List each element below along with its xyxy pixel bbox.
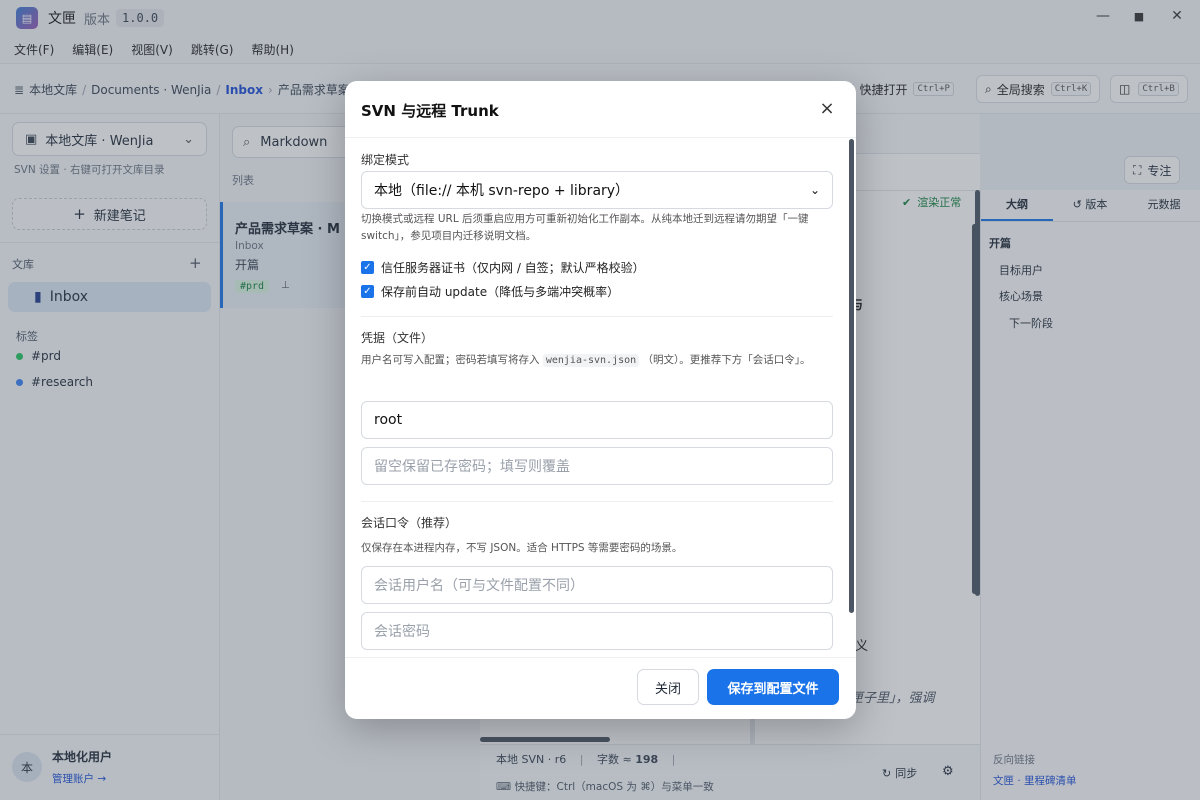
bind-mode-label: 绑定模式 [361,153,410,167]
close-button[interactable]: 关闭 [637,669,699,705]
session-password-field[interactable]: 会话密码 [361,612,833,650]
session-hint: 仅保存在本进程内存，不写 JSON。适合 HTTPS 等需要密码的场景。 [361,542,683,554]
save-config-button[interactable]: 保存到配置文件 [707,669,839,705]
bind-mode-value: 本地（file:// 本机 svn-repo + library） [374,183,630,199]
password-field[interactable]: 留空保留已存密码；填写则覆盖 [361,447,833,485]
bind-mode-hint: 切换模式或远程 URL 后须重启应用方可重新初始化工作副本。从纯本地迁到远程请勿… [361,213,809,242]
dialog-scrollbar[interactable] [849,139,854,613]
credentials-hint: 用户名可写入配置；密码若填写将存入 wenjia-svn.json （明文）。更… [361,354,811,367]
chevron-down-icon: ⌄ [809,183,820,197]
auto-update-checkbox[interactable]: ✓ 保存前自动 update（降低与多端冲突概率） [361,283,619,300]
dialog-body: 绑定模式 本地（file:// 本机 svn-repo + library） ⌄… [345,137,856,657]
trust-cert-label: 信任服务器证书（仅内网 / 自签；默认严格校验） [381,261,645,275]
session-label: 会话口令（推荐） [361,516,458,530]
auto-update-label: 保存前自动 update（降低与多端冲突概率） [381,285,620,299]
trust-cert-checkbox[interactable]: ✓ 信任服务器证书（仅内网 / 自签；默认严格校验） [361,259,645,276]
checkbox-checked-icon: ✓ [361,261,374,274]
bind-mode-select[interactable]: 本地（file:// 本机 svn-repo + library） ⌄ [361,171,833,209]
checkbox-checked-icon: ✓ [361,285,374,298]
session-username-placeholder: 会话用户名（可与文件配置不同） [374,578,584,594]
dialog-title: SVN 与远程 Trunk [361,102,499,120]
close-icon[interactable]: × [817,98,837,119]
credentials-label: 凭据（文件） [361,331,434,345]
username-field[interactable]: root [361,401,833,439]
svn-settings-dialog: SVN 与远程 Trunk × 绑定模式 本地（file:// 本机 svn-r… [345,81,856,719]
dialog-footer: 关闭 保存到配置文件 [345,657,856,719]
session-password-placeholder: 会话密码 [374,624,430,640]
username-value: root [374,412,403,428]
session-username-field[interactable]: 会话用户名（可与文件配置不同） [361,566,833,604]
password-placeholder: 留空保留已存密码；填写则覆盖 [374,459,570,475]
